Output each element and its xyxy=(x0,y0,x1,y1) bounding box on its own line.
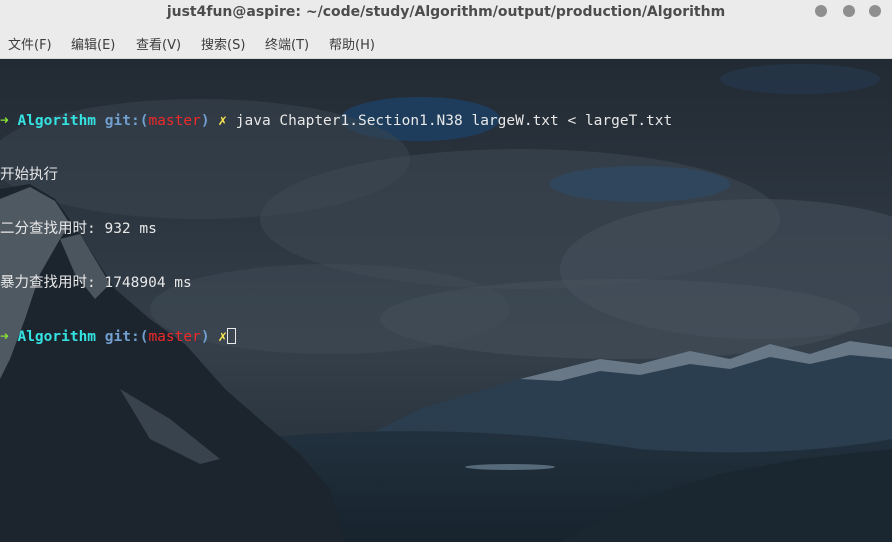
terminal-area[interactable]: ➜ Algorithm git:(master) ✗ java Chapter1… xyxy=(0,59,892,542)
menu-view[interactable]: 查看(V) xyxy=(136,34,181,53)
dirty-mark-icon: ✗ xyxy=(218,113,228,129)
prompt-git-prefix: git:( xyxy=(104,329,149,345)
prompt-git-prefix: git:( xyxy=(104,113,149,129)
output-line: 二分查找用时: 932 ms xyxy=(0,221,157,237)
text-cursor[interactable] xyxy=(227,328,237,344)
menu-help[interactable]: 帮助(H) xyxy=(329,34,375,53)
menu-bar: 文件(F) 编辑(E) 查看(V) 搜索(S) 终端(T) 帮助(H) xyxy=(0,28,892,59)
menu-file[interactable]: 文件(F) xyxy=(8,34,52,53)
command-text: java Chapter1.Section1.N38 largeW.txt < … xyxy=(227,113,673,129)
prompt-branch: master xyxy=(148,329,201,345)
menu-edit[interactable]: 编辑(E) xyxy=(71,34,115,53)
output-line: 开始执行 xyxy=(0,167,58,183)
command-line: ➜ Algorithm git:(master) ✗ java Chapter1… xyxy=(0,112,672,130)
minimize-button[interactable] xyxy=(815,5,827,17)
close-button[interactable] xyxy=(869,5,881,17)
terminal-output: ➜ Algorithm git:(master) ✗ java Chapter1… xyxy=(0,76,672,382)
prompt-git-suffix: ) xyxy=(200,113,210,129)
prompt-directory: Algorithm xyxy=(17,113,97,129)
dirty-mark-icon: ✗ xyxy=(218,329,228,345)
prompt-git-suffix: ) xyxy=(200,329,210,345)
prompt-directory: Algorithm xyxy=(17,329,97,345)
prompt-branch: master xyxy=(148,113,201,129)
menu-search[interactable]: 搜索(S) xyxy=(201,34,245,53)
title-bar[interactable]: just4fun@aspire: ~/code/study/Algorithm/… xyxy=(0,0,892,28)
terminal-window: just4fun@aspire: ~/code/study/Algorithm/… xyxy=(0,0,892,542)
prompt-arrow-icon: ➜ xyxy=(0,329,9,345)
output-line: 暴力查找用时: 1748904 ms xyxy=(0,275,192,291)
maximize-button[interactable] xyxy=(843,5,855,17)
menu-terminal[interactable]: 终端(T) xyxy=(265,34,309,53)
current-prompt-line[interactable]: ➜ Algorithm git:(master) ✗ xyxy=(0,328,672,346)
window-title: just4fun@aspire: ~/code/study/Algorithm/… xyxy=(166,4,726,20)
prompt-arrow-icon: ➜ xyxy=(0,113,9,129)
